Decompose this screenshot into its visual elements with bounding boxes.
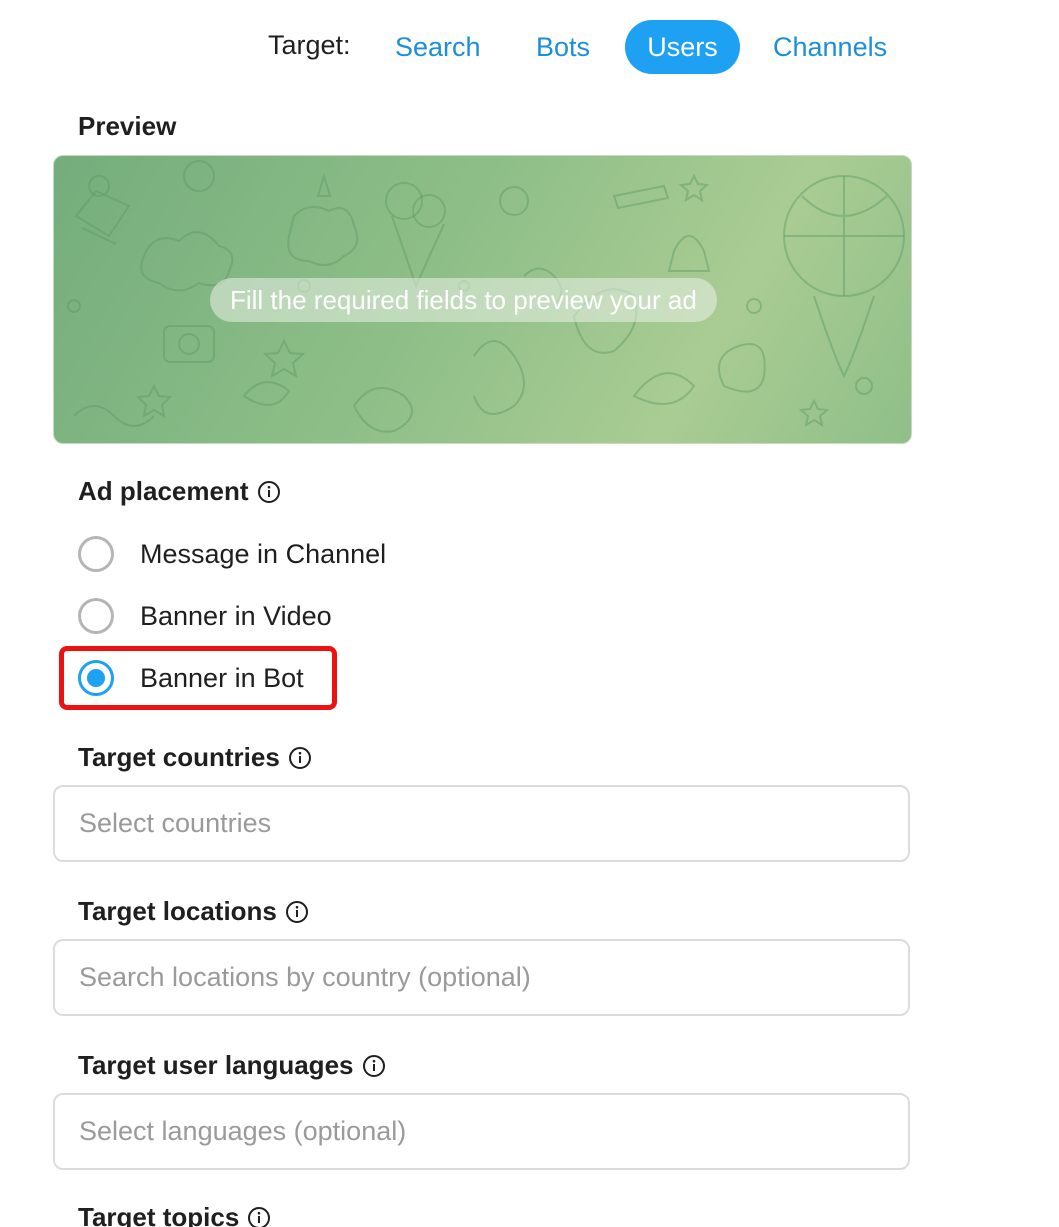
countries-select-field[interactable] [53,785,910,862]
placement-option-label: Banner in Video [140,600,332,631]
tab-search[interactable]: Search [373,20,503,74]
preview-title: Preview [78,111,176,142]
target-label: Target: [268,30,351,60]
tab-users[interactable]: Users [625,20,740,74]
ad-editor-page: Target: Search Bots Users Channels Previ… [0,0,1059,1227]
placement-option-label: Message in Channel [140,538,387,569]
info-icon[interactable] [288,746,312,770]
radio-button[interactable] [78,536,114,572]
ad-preview-panel: Fill the required fields to preview your… [53,155,912,444]
placement-option-message-in-channel[interactable]: Message in Channel [78,534,386,574]
placement-option-banner-in-video[interactable]: Banner in Video [78,596,332,636]
placement-option-label: Banner in Bot [140,662,304,693]
preview-placeholder-message: Fill the required fields to preview your… [210,278,717,322]
info-icon[interactable] [247,1206,271,1227]
languages-select-input[interactable] [55,1095,908,1168]
radio-button[interactable] [78,598,114,634]
info-icon[interactable] [362,1054,386,1078]
countries-select-input[interactable] [55,787,908,860]
preview-title-text: Preview [78,111,177,141]
target-locations-title-text: Target locations [78,896,277,926]
info-icon[interactable] [285,900,309,924]
target-topics-title-text: Target topics [78,1202,240,1227]
target-selector: Target: Search Bots Users Channels [0,18,1059,76]
target-languages-title-text: Target user languages [78,1050,354,1080]
target-languages-title: Target user languages [78,1050,386,1081]
placement-option-banner-in-bot[interactable]: Banner in Bot [78,658,304,698]
info-icon[interactable] [257,480,281,504]
target-topics-title: Target topics [78,1202,271,1227]
target-countries-title-text: Target countries [78,742,280,772]
locations-search-field[interactable] [53,939,910,1016]
locations-search-input[interactable] [55,941,908,1014]
ad-placement-title-text: Ad placement [78,476,249,506]
tab-channels[interactable]: Channels [751,20,909,74]
ad-placement-title: Ad placement [78,476,281,507]
languages-select-field[interactable] [53,1093,910,1170]
tab-bots[interactable]: Bots [514,20,612,74]
target-countries-title: Target countries [78,742,312,773]
target-locations-title: Target locations [78,896,309,927]
radio-button-selected[interactable] [78,660,114,696]
